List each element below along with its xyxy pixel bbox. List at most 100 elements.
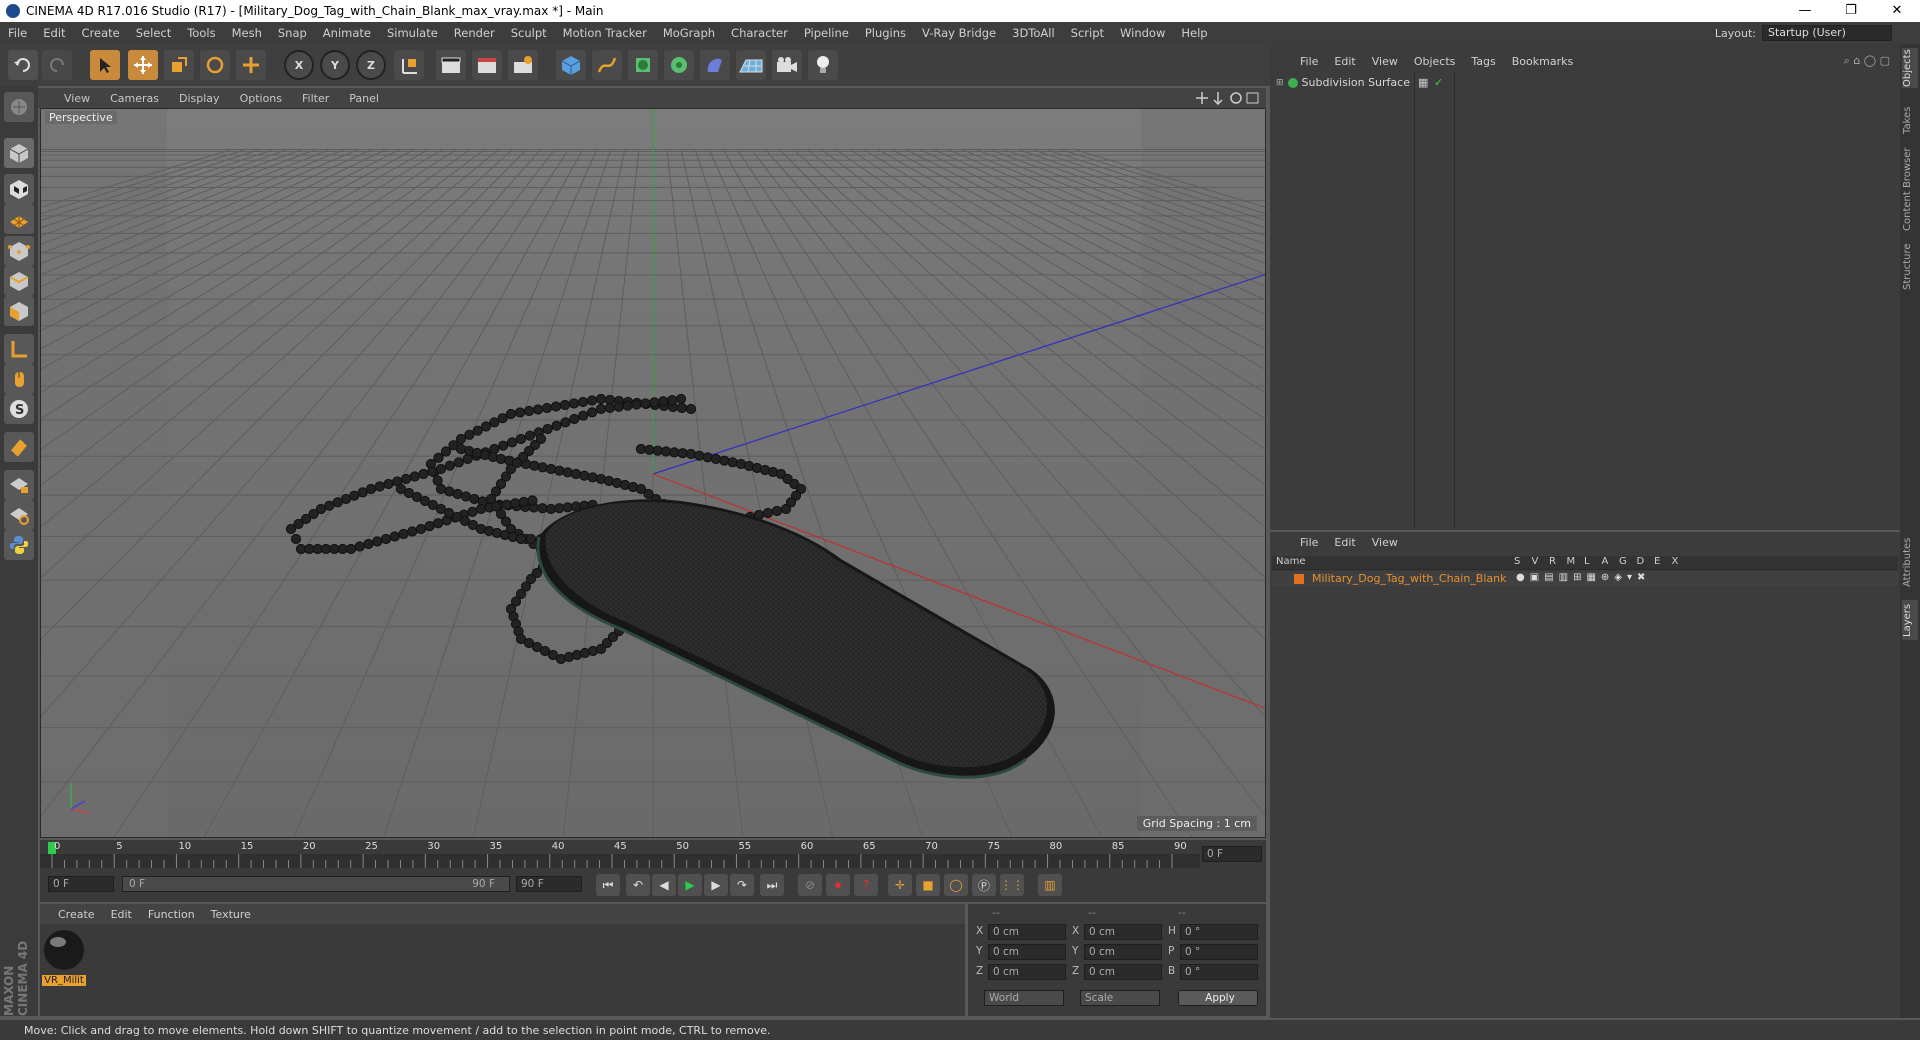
expand-icon[interactable]: ⊞ <box>1276 78 1284 88</box>
next-key-button[interactable]: ↷ <box>730 874 754 896</box>
point-mode-button[interactable] <box>4 236 34 266</box>
layer-menu-edit[interactable]: Edit <box>1326 536 1363 549</box>
coord-value-field[interactable]: 0 cm <box>988 924 1066 940</box>
close-button[interactable]: ✕ <box>1874 0 1920 22</box>
coord-mode-scale-dropdown[interactable]: Scale <box>1080 990 1160 1006</box>
key-pla-button[interactable]: ⋮⋮ <box>1000 874 1024 896</box>
menu-plugins[interactable]: Plugins <box>857 26 914 40</box>
obj-menu-view[interactable]: View <box>1364 55 1406 68</box>
vp-menu-display[interactable]: Display <box>169 92 230 105</box>
vp-menu-filter[interactable]: Filter <box>292 92 339 105</box>
vp-menu-panel[interactable]: Panel <box>339 92 389 105</box>
undo-button[interactable] <box>8 50 38 80</box>
axis-y-button[interactable]: Y <box>320 50 350 80</box>
coord-value-field[interactable]: 0 cm <box>1084 944 1162 960</box>
transform-tool-button[interactable] <box>236 50 266 80</box>
vp-menu-options[interactable]: Options <box>230 92 292 105</box>
menu-file[interactable]: File <box>0 26 35 40</box>
rotate-tool-button[interactable] <box>200 50 230 80</box>
start-frame-field[interactable]: 0 F <box>48 876 114 892</box>
frame-range-slider[interactable]: 0 F 90 F <box>122 876 510 892</box>
spline-pen-button[interactable] <box>592 50 622 80</box>
prev-key-button[interactable]: ↶ <box>626 874 650 896</box>
menu-3dtoall[interactable]: 3DToAll <box>1004 26 1063 40</box>
mat-menu-function[interactable]: Function <box>140 908 203 921</box>
floor-button[interactable] <box>736 50 766 80</box>
tab-layers[interactable]: Layers <box>1902 600 1918 640</box>
move-tool-button[interactable] <box>128 50 158 80</box>
texture-mode-button[interactable] <box>4 174 34 204</box>
menu-render[interactable]: Render <box>446 26 503 40</box>
subdivision-button[interactable] <box>628 50 658 80</box>
menu-snap[interactable]: Snap <box>270 26 315 40</box>
menu-select[interactable]: Select <box>128 26 179 40</box>
next-frame-button[interactable]: ▶ <box>704 874 728 896</box>
coordinate-system-button[interactable] <box>394 50 424 80</box>
tab-objects[interactable]: Objects <box>1902 48 1918 88</box>
obj-menu-edit[interactable]: Edit <box>1326 55 1363 68</box>
light-button[interactable] <box>808 50 838 80</box>
menu-create[interactable]: Create <box>74 26 128 40</box>
cube-primitive-button[interactable] <box>556 50 586 80</box>
camera-button[interactable] <box>772 50 802 80</box>
autokey-button[interactable]: ? <box>854 874 878 896</box>
current-frame-field[interactable]: 0 F <box>1202 846 1262 862</box>
mograph-cloner-button[interactable] <box>664 50 694 80</box>
key-parameter-button[interactable]: Ⓟ <box>972 874 996 896</box>
goto-start-button[interactable]: ⏮ <box>596 874 620 896</box>
menu-tools[interactable]: Tools <box>179 26 223 40</box>
model-mode-button[interactable] <box>4 138 34 168</box>
viewport-perspective[interactable]: Perspective Grid Spacing : 1 cm <box>40 108 1266 838</box>
menu-motion-tracker[interactable]: Motion Tracker <box>555 26 655 40</box>
make-editable-button[interactable] <box>4 92 34 122</box>
coord-value-field[interactable]: 0 cm <box>1084 964 1162 980</box>
menu-animate[interactable]: Animate <box>315 26 379 40</box>
object-row-subdivision[interactable]: ⊞ Subdivision Surface <box>1276 76 1410 89</box>
menu-edit[interactable]: Edit <box>35 26 73 40</box>
key-rotation-button[interactable]: ◯ <box>944 874 968 896</box>
planar-workplane-button[interactable] <box>4 500 34 530</box>
timeline-window-button[interactable]: ▥ <box>1038 874 1062 896</box>
obj-menu-file[interactable]: File <box>1292 55 1326 68</box>
lock-workplane-button[interactable] <box>4 470 34 500</box>
coord-value-field[interactable]: 0 ° <box>1180 924 1258 940</box>
end-frame-field[interactable]: 90 F <box>516 876 582 892</box>
render-picture-viewer-button[interactable] <box>472 50 502 80</box>
axis-mode-button[interactable] <box>4 334 34 364</box>
coord-mode-world-dropdown[interactable]: World <box>984 990 1064 1006</box>
prev-frame-button[interactable]: ◀ <box>652 874 676 896</box>
scale-tool-button[interactable] <box>164 50 194 80</box>
edge-mode-button[interactable] <box>4 266 34 296</box>
layer-row[interactable]: Military_Dog_Tag_with_Chain_Blank ●▣▤▥⊞▦… <box>1272 572 1898 586</box>
restore-button[interactable]: ❐ <box>1828 0 1874 22</box>
coord-value-field[interactable]: 0 cm <box>988 964 1066 980</box>
select-tool-button[interactable] <box>90 50 120 80</box>
object-visibility-icon[interactable]: ▦ <box>1418 76 1428 89</box>
menu-mograph[interactable]: MoGraph <box>655 26 723 40</box>
viewport-nav-icons[interactable] <box>1196 91 1260 105</box>
coord-value-field[interactable]: 0 ° <box>1180 964 1258 980</box>
menu-help[interactable]: Help <box>1173 26 1215 40</box>
object-enabled-check-icon[interactable]: ✓ <box>1434 76 1443 89</box>
layout-dropdown[interactable]: Startup (User) <box>1762 25 1892 41</box>
goto-end-button[interactable]: ⏭ <box>760 874 784 896</box>
coord-value-field[interactable]: 0 ° <box>1180 944 1258 960</box>
snap-button[interactable]: S <box>4 394 34 424</box>
menu-simulate[interactable]: Simulate <box>379 26 446 40</box>
tab-attributes[interactable]: Attributes <box>1902 534 1918 590</box>
tweak-mode-button[interactable] <box>4 364 34 394</box>
menu-vray-bridge[interactable]: V-Ray Bridge <box>914 26 1004 40</box>
mat-menu-edit[interactable]: Edit <box>103 908 140 921</box>
deformer-button[interactable] <box>700 50 730 80</box>
timeline-ruler[interactable]: 0 5 10 15 20 25 30 35 40 45 50 55 60 65 70 75 80 85 90 0 F <box>40 840 1266 868</box>
menu-pipeline[interactable]: Pipeline <box>796 26 857 40</box>
coord-value-field[interactable]: 0 cm <box>1084 924 1162 940</box>
menu-window[interactable]: Window <box>1112 26 1173 40</box>
polygon-mode-button[interactable] <box>4 296 34 326</box>
menu-script[interactable]: Script <box>1063 26 1112 40</box>
obj-search-icon[interactable]: ⌕ ⌂ ◯ ▢ <box>1844 54 1890 68</box>
tab-takes[interactable]: Takes <box>1902 104 1918 136</box>
menu-sculpt[interactable]: Sculpt <box>503 26 555 40</box>
obj-menu-tags[interactable]: Tags <box>1463 55 1503 68</box>
axis-z-button[interactable]: Z <box>356 50 386 80</box>
